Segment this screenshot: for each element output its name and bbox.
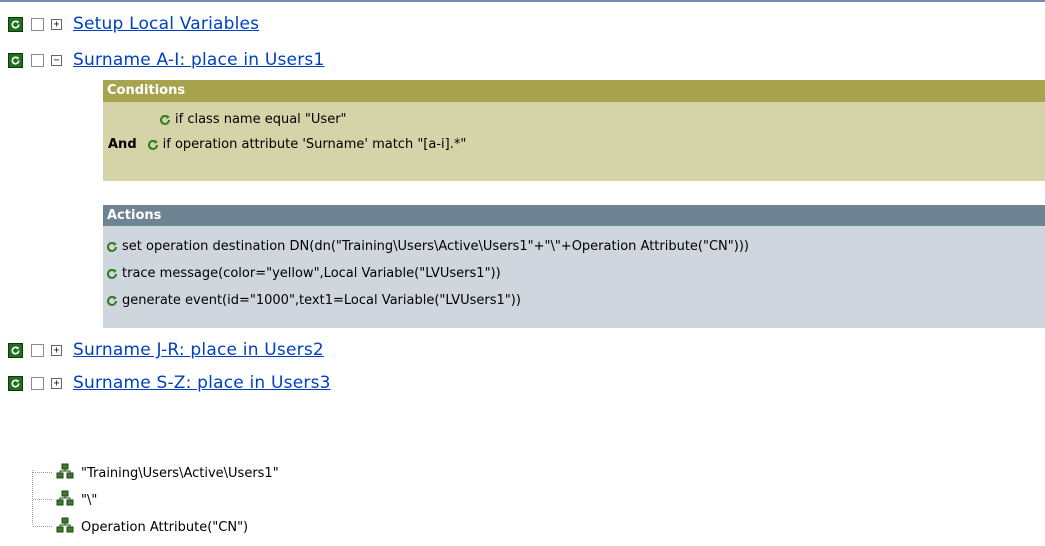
token-tree-icon xyxy=(56,463,74,483)
tree-item[interactable]: Operation Attribute("CN") xyxy=(56,517,248,537)
condition-text: if operation attribute 'Surname' match "… xyxy=(162,137,467,152)
enabled-refresh-icon[interactable] xyxy=(8,16,23,32)
token-tree-icon xyxy=(56,517,74,537)
tree-item[interactable]: "Training\Users\Active\Users1" xyxy=(56,463,279,483)
rule-link-surname-j-r[interactable]: Surname J-R: place in Users2 xyxy=(73,340,324,360)
tree-item-label: "Training\Users\Active\Users1" xyxy=(81,465,279,481)
statement-refresh-icon xyxy=(146,138,160,152)
and-operator: And xyxy=(108,137,137,152)
rule-row: + Surname S-Z: place in Users3 xyxy=(8,369,331,397)
tree-connector xyxy=(33,499,53,500)
expand-icon[interactable]: + xyxy=(51,377,62,389)
action-text: generate event(id="1000",text1=Local Var… xyxy=(122,293,521,308)
token-tree-icon xyxy=(56,490,74,510)
action-text: set operation destination DN(dn("Trainin… xyxy=(122,239,749,254)
enabled-refresh-icon[interactable] xyxy=(8,52,23,68)
expand-icon[interactable]: + xyxy=(51,18,62,30)
statement-refresh-icon xyxy=(105,267,119,281)
rule-link-surname-a-i[interactable]: Surname A-I: place in Users1 xyxy=(73,50,324,70)
actions-header: Actions xyxy=(103,205,1045,226)
rule-row: + Setup Local Variables xyxy=(8,10,259,38)
enabled-refresh-icon[interactable] xyxy=(8,342,23,358)
tree-item[interactable]: "\" xyxy=(56,490,97,510)
rule-checkbox[interactable] xyxy=(31,53,44,67)
rule-link-surname-s-z[interactable]: Surname S-Z: place in Users3 xyxy=(73,373,331,393)
statement-refresh-icon xyxy=(105,240,119,254)
rule-link-setup-local-variables[interactable]: Setup Local Variables xyxy=(73,14,259,34)
tree-connector xyxy=(33,526,53,527)
rule-row: + Surname J-R: place in Users2 xyxy=(8,336,324,364)
statement-refresh-icon xyxy=(158,113,172,127)
rule-row: − Surname A-I: place in Users1 xyxy=(8,46,324,74)
rule-checkbox[interactable] xyxy=(31,17,44,31)
rule-checkbox[interactable] xyxy=(31,376,44,390)
tree-item-label: "\" xyxy=(81,492,98,508)
rule-checkbox[interactable] xyxy=(31,343,44,357)
condition-line[interactable]: if class name equal "User" xyxy=(158,112,347,127)
action-line[interactable]: trace message(color="yellow",Local Varia… xyxy=(105,266,501,281)
enabled-refresh-icon[interactable] xyxy=(8,375,23,391)
condition-text: if class name equal "User" xyxy=(175,112,347,127)
collapse-icon[interactable]: − xyxy=(51,54,62,66)
tree-item-label: Operation Attribute("CN") xyxy=(81,519,249,535)
expand-icon[interactable]: + xyxy=(51,344,62,356)
action-text: trace message(color="yellow",Local Varia… xyxy=(122,266,501,281)
tree-connector xyxy=(32,470,33,526)
condition-line[interactable]: And if operation attribute 'Surname' mat… xyxy=(108,137,466,152)
action-line[interactable]: generate event(id="1000",text1=Local Var… xyxy=(105,293,521,308)
top-border xyxy=(0,0,1045,2)
action-line[interactable]: set operation destination DN(dn("Trainin… xyxy=(105,239,749,254)
statement-refresh-icon xyxy=(105,294,119,308)
tree-connector xyxy=(33,472,53,473)
conditions-header: Conditions xyxy=(103,80,1045,102)
